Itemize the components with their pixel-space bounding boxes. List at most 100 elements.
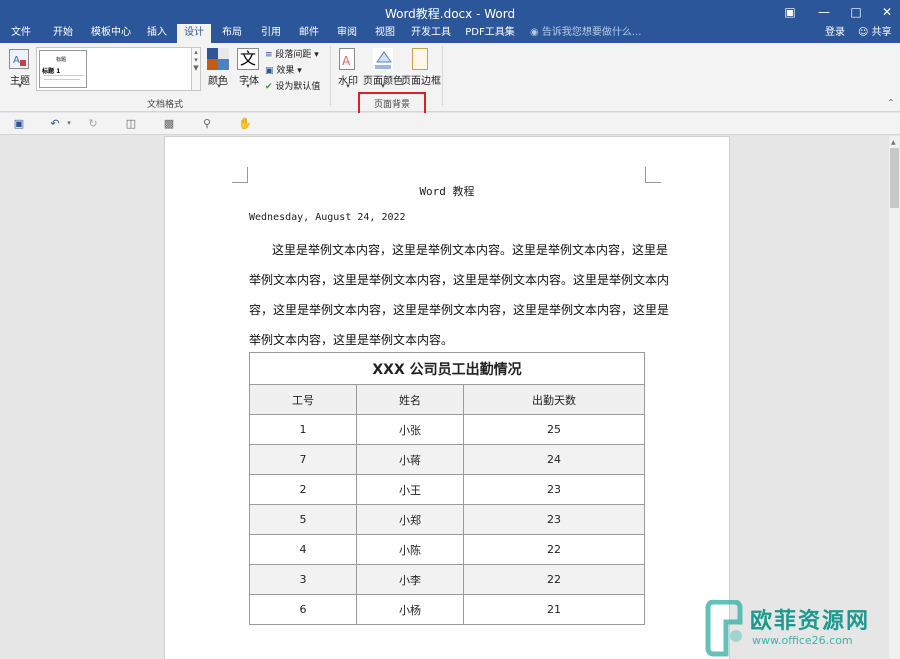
scroll-up-icon[interactable]: ▲: [891, 139, 896, 146]
tab-mailings[interactable]: 邮件: [294, 24, 324, 43]
table-cell: 2: [249, 474, 357, 505]
table-row: 3 小李 22: [249, 564, 645, 595]
set-default-button[interactable]: ✔ 设为默认值: [265, 79, 320, 92]
table-cell: 小郑: [356, 504, 464, 535]
minimize-icon[interactable]: —: [807, 0, 841, 24]
paragraph-line: 举例文本内容，这里是举例文本内容，这里是举例文本内容。这里是举例文本内: [249, 273, 670, 287]
lightbulb-icon: ◉: [530, 27, 539, 38]
page-border-icon[interactable]: [412, 48, 428, 70]
table-cell: 22: [463, 564, 645, 595]
chevron-down-icon[interactable]: ▾: [62, 117, 76, 130]
table-row: 4 小陈 22: [249, 534, 645, 565]
style-gallery[interactable]: 标题 标题 1: [36, 47, 192, 91]
paragraph-spacing-button[interactable]: ≡ 段落间距 ▾: [265, 47, 319, 60]
ribbon-display-icon[interactable]: ▣: [773, 0, 807, 24]
print-preview-icon[interactable]: ⚲: [200, 117, 214, 130]
collapse-ribbon-icon[interactable]: ⌃: [886, 98, 896, 107]
theme-icon[interactable]: A: [9, 49, 29, 69]
table-cell: 22: [463, 534, 645, 565]
chevron-down-icon[interactable]: ▾: [241, 82, 255, 90]
watermark-text: 欧菲资源网: [750, 609, 871, 634]
chevron-down-icon[interactable]: ▾: [341, 82, 355, 90]
effects-icon: ▣: [265, 66, 274, 76]
tab-developer[interactable]: 开发工具: [408, 24, 454, 43]
group-label-doc-format: 文档格式: [146, 100, 183, 110]
tab-home[interactable]: 开始: [46, 24, 80, 43]
effects-button[interactable]: ▣ 效果 ▾: [265, 63, 302, 76]
close-icon[interactable]: ✕: [870, 0, 900, 24]
crop-mark: [232, 167, 248, 183]
window-title: Word教程.docx - Word: [384, 7, 516, 21]
thumbnail-line: [44, 75, 84, 76]
crop-mark: [645, 167, 661, 183]
paragraph-spacing-icon: ≡: [265, 50, 273, 60]
undo-icon[interactable]: ↶: [48, 117, 62, 130]
thumbnail-line: [44, 79, 80, 80]
ribbon-design: A 主题 ▾ 标题 标题 1 ▴ ▾ ▼ 颜色 ▾ 文 字体 ▾ ≡ 段落间距 ▾ …: [0, 43, 900, 112]
read-mode-icon[interactable]: ◫: [124, 117, 138, 130]
watermark-logo-icon: [705, 600, 743, 657]
page-border-label[interactable]: 页面边框: [400, 72, 442, 87]
palette-icon[interactable]: [207, 48, 229, 70]
table-cell: 5: [249, 504, 357, 535]
paragraph-line: 容，这里是举例文本内容，这里是举例文本内容，这里是举例文本内容，这里是: [249, 303, 670, 317]
login-link[interactable]: 登录: [825, 24, 845, 42]
share-button[interactable]: ☺ 共享: [858, 24, 892, 42]
title-bar: Word教程.docx - Word ▣ — □ ✕: [0, 0, 900, 24]
chevron-down-icon[interactable]: ▾: [13, 82, 27, 90]
watermark-url: www.office26.com: [752, 634, 853, 647]
tab-view[interactable]: 视图: [370, 24, 400, 43]
table-cell: 7: [249, 444, 357, 475]
watermark-icon[interactable]: A: [339, 48, 355, 70]
table-cell: 6: [249, 594, 357, 625]
table-cell: 21: [463, 594, 645, 625]
tab-references[interactable]: 引用: [256, 24, 286, 43]
table-cell: 小蒋: [356, 444, 464, 475]
chevron-down-icon[interactable]: ▾: [212, 82, 226, 90]
date-line: Wednesday, August 24, 2022: [249, 212, 406, 223]
set-default-label: 设为默认值: [275, 82, 321, 92]
restore-icon[interactable]: □: [839, 0, 873, 24]
redo-icon[interactable]: ↻: [86, 117, 100, 130]
tab-review[interactable]: 审阅: [332, 24, 362, 43]
table-caption: XXX 公司员工出勤情况: [249, 352, 645, 385]
table-cell: 24: [463, 444, 645, 475]
chevron-down-icon[interactable]: ▾: [376, 82, 390, 90]
attendance-table: XXX 公司员工出勤情况 工号 姓名 出勤天数 1 小张 25 7 小蒋 2 4 …: [249, 352, 645, 625]
column-header: 姓名: [356, 384, 464, 415]
touch-mode-icon[interactable]: ✋: [238, 117, 252, 130]
table-cell: 小张: [356, 414, 464, 445]
scroll-thumb[interactable]: [890, 148, 899, 208]
web-layout-icon[interactable]: ▩: [162, 117, 176, 130]
column-header: 出勤天数: [463, 384, 645, 415]
paragraph-spacing-label: 段落间距: [275, 50, 312, 60]
paragraph-line: 举例文本内容，这里是举例文本内容。: [249, 333, 454, 347]
tab-layout[interactable]: 布局: [217, 24, 247, 43]
tell-me-search[interactable]: ◉ 告诉我您想要做什么...: [530, 24, 641, 43]
share-label: 共享: [871, 27, 892, 38]
svg-text:A: A: [342, 54, 351, 68]
thumbnail-title: 标题: [56, 57, 67, 63]
style-thumbnail[interactable]: 标题 标题 1: [39, 50, 87, 88]
tab-design[interactable]: 设计: [177, 24, 211, 43]
table-cell: 小李: [356, 564, 464, 595]
table-row: 7 小蒋 24: [249, 444, 645, 475]
svg-text:A: A: [13, 55, 20, 66]
ribbon-tabs: 文件 开始 模板中心 插入 设计 布局 引用 邮件 审阅 视图 开发工具 PDF…: [0, 24, 900, 43]
page-header: Word 教程: [419, 185, 475, 198]
group-separator: [330, 46, 331, 106]
table-cell: 小杨: [356, 594, 464, 625]
page-color-icon[interactable]: [373, 48, 393, 70]
tab-templates[interactable]: 模板中心: [88, 24, 134, 43]
save-icon[interactable]: ▣: [12, 117, 26, 130]
vertical-scrollbar[interactable]: ▲: [889, 136, 900, 659]
tab-pdf-tools[interactable]: PDF工具集: [462, 24, 518, 43]
tab-insert[interactable]: 插入: [142, 24, 172, 43]
fonts-icon[interactable]: 文: [237, 48, 259, 70]
table-row: 2 小王 23: [249, 474, 645, 505]
table-cell: 25: [463, 414, 645, 445]
table-cell: 小王: [356, 474, 464, 505]
tab-file[interactable]: 文件: [4, 24, 38, 43]
group-separator: [442, 46, 443, 106]
gallery-scroll[interactable]: ▴ ▾ ▼: [191, 47, 201, 91]
